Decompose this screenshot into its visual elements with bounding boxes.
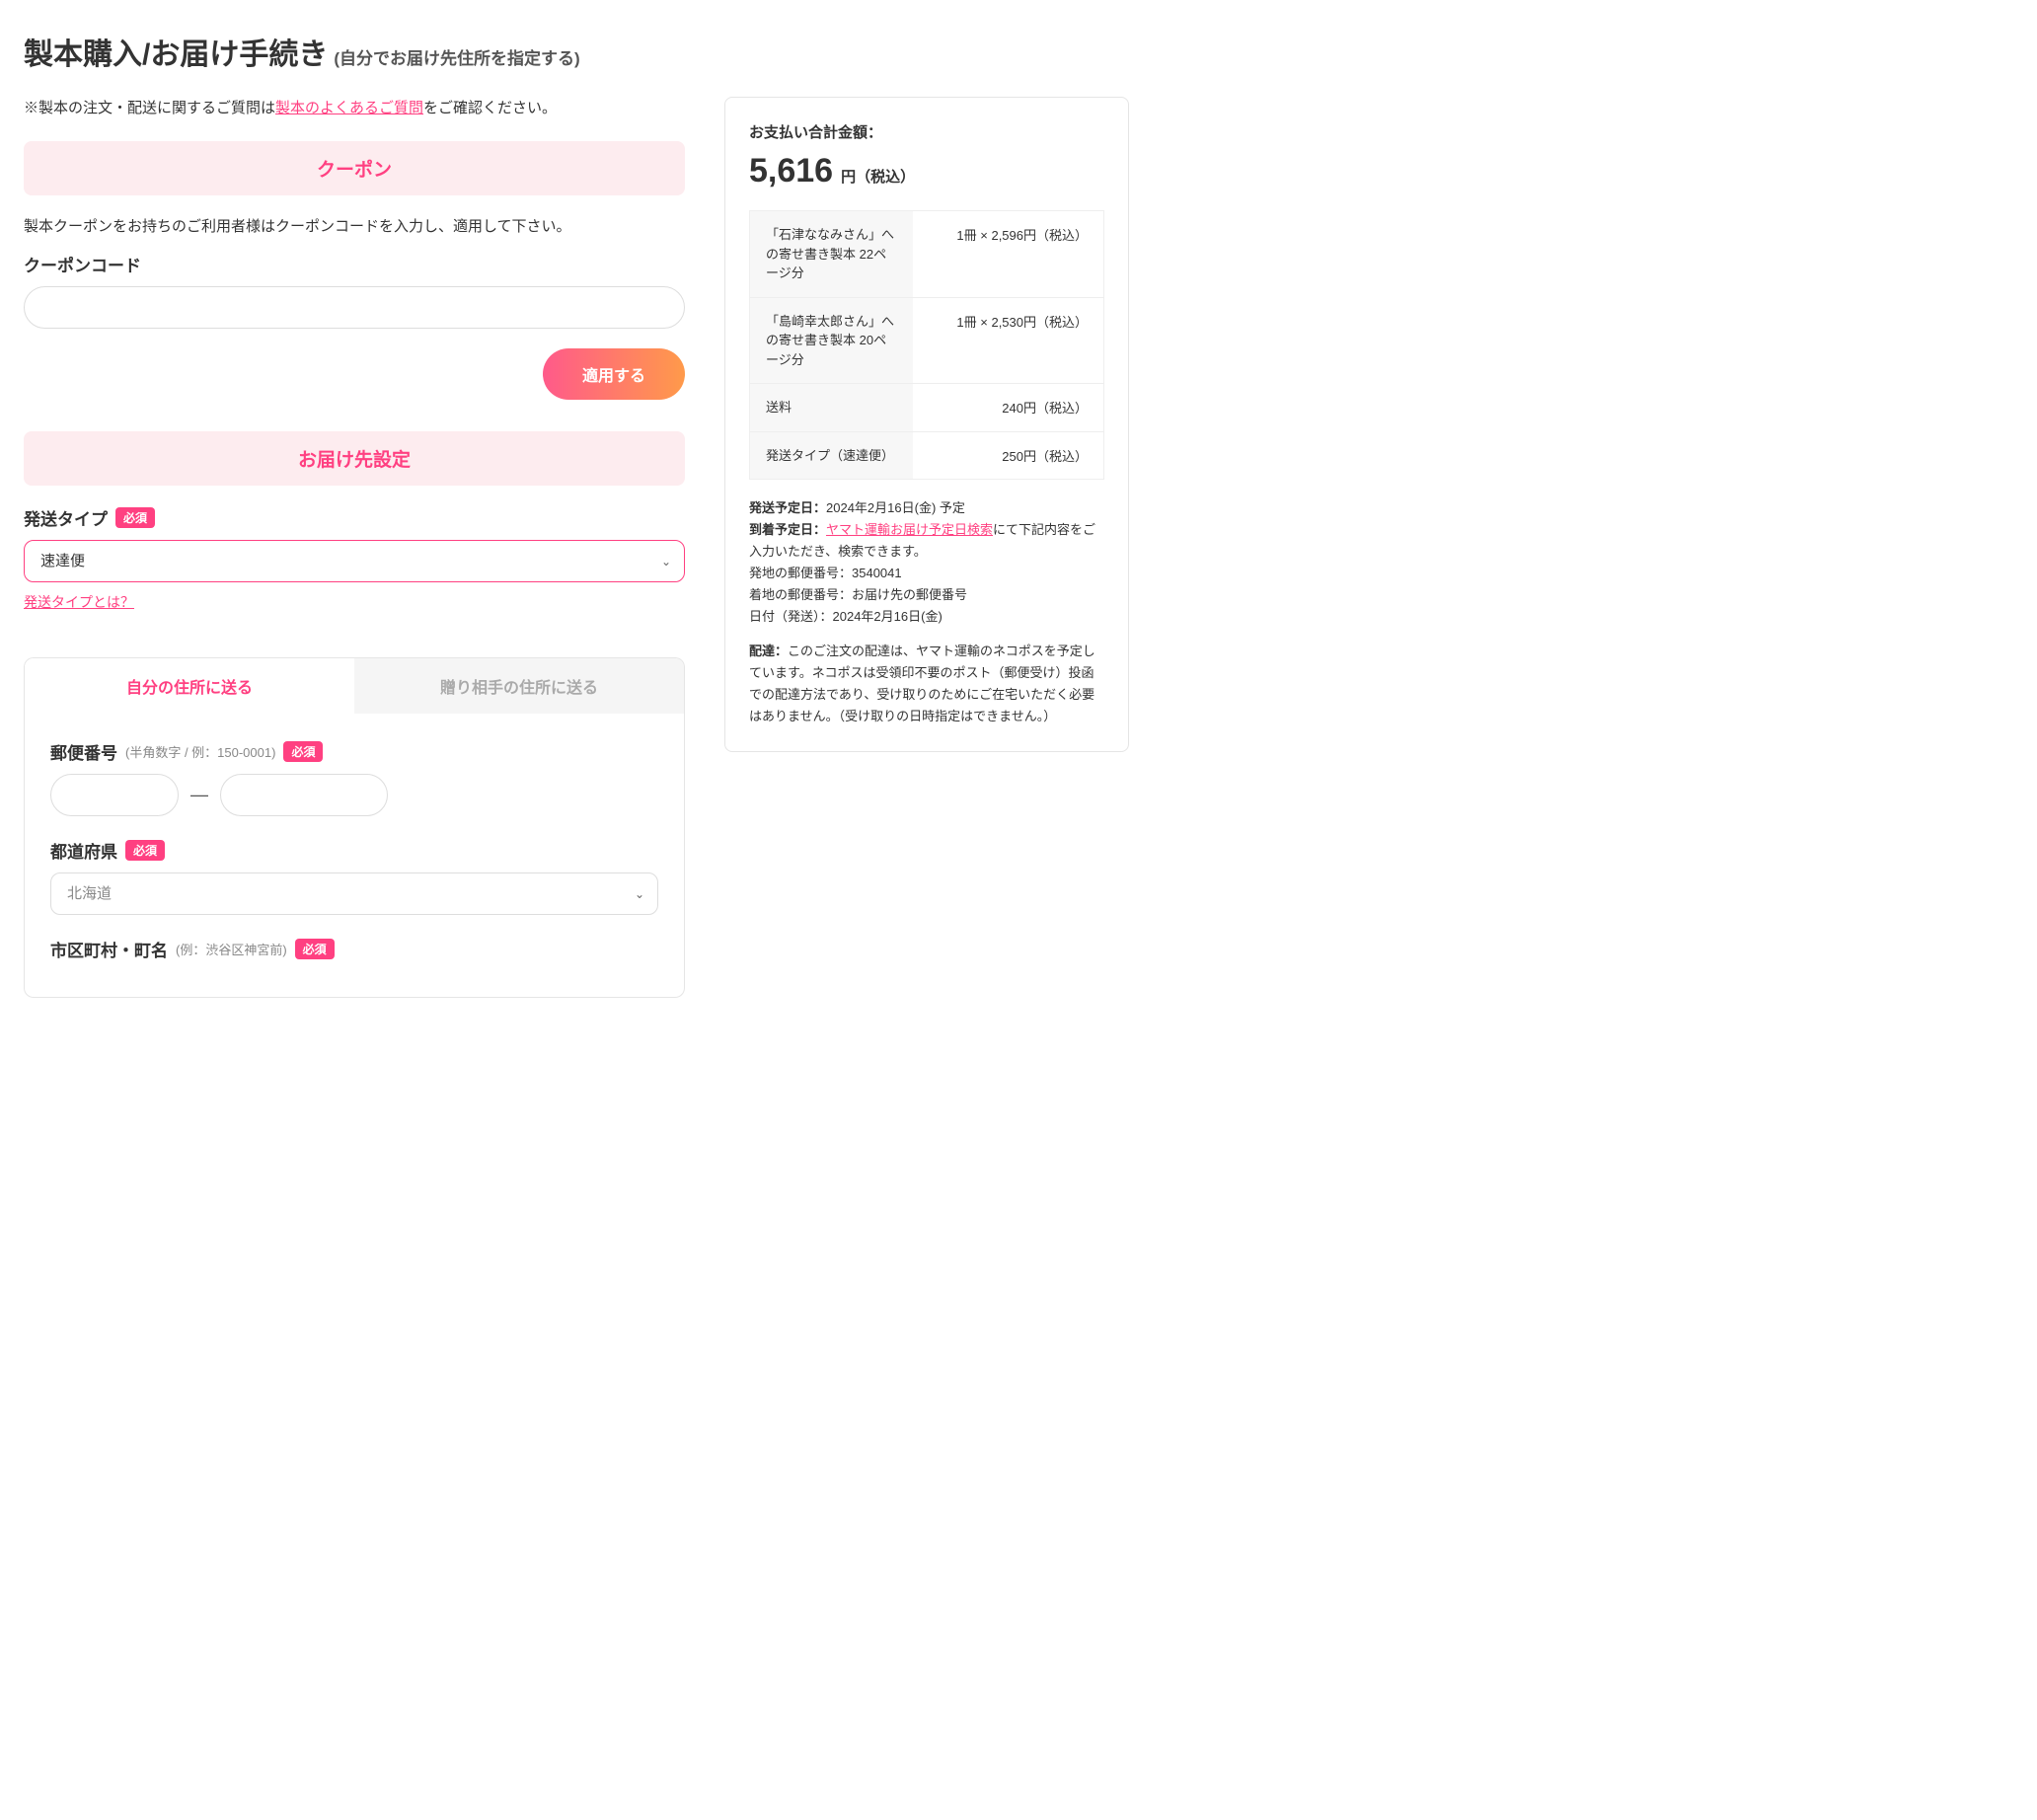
summary-title: お支払い合計金額： bbox=[749, 121, 1104, 142]
address-panel: 郵便番号 (半角数字 / 例：150-0001) 必須 — 都道府県 必須 bbox=[24, 714, 685, 998]
tab-self-address[interactable]: 自分の住所に送る bbox=[25, 658, 354, 714]
send-date: 日付（発送）：2024年2月16日(金) bbox=[749, 606, 1104, 628]
coupon-code-input[interactable] bbox=[24, 286, 685, 329]
line-item: 送料 240円（税込） bbox=[750, 384, 1103, 432]
apply-coupon-button[interactable]: 適用する bbox=[543, 348, 685, 400]
ship-date-label: 発送予定日： bbox=[749, 500, 826, 515]
arrive-date-label: 到着予定日： bbox=[749, 522, 826, 537]
line-item: 発送タイプ（速達便） 250円（税込） bbox=[750, 432, 1103, 480]
faq-note: ※製本の注文・配送に関するご質問は製本のよくあるご質問をご確認ください。 bbox=[24, 97, 685, 117]
prefecture-select[interactable]: 北海道 bbox=[50, 872, 658, 915]
city-hint: (例：渋谷区神宮前) bbox=[176, 940, 287, 958]
line-item-value: 1冊 × 2,596円（税込） bbox=[913, 211, 1103, 297]
summary-amount: 5,616 円（税込） bbox=[749, 152, 1104, 190]
line-item: 「島崎幸太郎さん」への寄せ書き製本 20ページ分 1冊 × 2,530円（税込） bbox=[750, 298, 1103, 385]
coupon-section-header: クーポン bbox=[24, 141, 685, 195]
postal-code-2-input[interactable] bbox=[220, 774, 388, 816]
line-item: 「石津ななみさん」への寄せ書き製本 22ページ分 1冊 × 2,596円（税込） bbox=[750, 211, 1103, 298]
line-items-table: 「石津ななみさん」への寄せ書き製本 22ページ分 1冊 × 2,596円（税込）… bbox=[749, 210, 1104, 480]
postal-label-text: 郵便番号 bbox=[50, 739, 117, 764]
summary-amount-unit: 円（税込） bbox=[841, 166, 915, 187]
postal-label: 郵便番号 (半角数字 / 例：150-0001) 必須 bbox=[50, 739, 658, 764]
tab-gift-address[interactable]: 贈り相手の住所に送る bbox=[354, 658, 684, 714]
required-badge: 必須 bbox=[295, 939, 335, 959]
faq-link[interactable]: 製本のよくあるご質問 bbox=[275, 100, 423, 116]
dest-postal: 着地の郵便番号：お届け先の郵便番号 bbox=[749, 584, 1104, 606]
coupon-code-label: クーポンコード bbox=[24, 252, 685, 276]
postal-code-1-input[interactable] bbox=[50, 774, 179, 816]
line-item-label: 発送タイプ（速達便） bbox=[750, 432, 913, 480]
ship-date-value: 2024年2月16日(金) 予定 bbox=[826, 500, 965, 515]
coupon-code-label-text: クーポンコード bbox=[24, 252, 141, 276]
page-subtitle: (自分でお届け先住所を指定する) bbox=[334, 44, 579, 69]
prefecture-label-text: 都道府県 bbox=[50, 838, 117, 863]
delivery-note-text: このご注文の配達は、ヤマト運輸のネコポスを予定しています。ネコポスは受領印不要の… bbox=[749, 644, 1095, 723]
delivery-section-header: お届け先設定 bbox=[24, 431, 685, 486]
city-label: 市区町村・町名 (例：渋谷区神宮前) 必須 bbox=[50, 937, 658, 961]
prefecture-label: 都道府県 必須 bbox=[50, 838, 658, 863]
city-label-text: 市区町村・町名 bbox=[50, 937, 168, 961]
line-item-value: 250円（税込） bbox=[913, 432, 1103, 480]
required-badge: 必須 bbox=[283, 741, 323, 762]
line-item-label: 「石津ななみさん」への寄せ書き製本 22ページ分 bbox=[750, 211, 913, 297]
shipping-info: 発送予定日：2024年2月16日(金) 予定 到着予定日：ヤマト運輸お届け予定日… bbox=[749, 497, 1104, 727]
line-item-label: 送料 bbox=[750, 384, 913, 431]
coupon-description: 製本クーポンをお持ちのご利用者様はクーポンコードを入力し、適用して下さい。 bbox=[24, 215, 685, 236]
required-badge: 必須 bbox=[125, 840, 165, 861]
page-title-main: 製本購入/お届け手続き bbox=[24, 30, 328, 73]
line-item-label: 「島崎幸太郎さん」への寄せ書き製本 20ページ分 bbox=[750, 298, 913, 384]
order-summary-box: お支払い合計金額： 5,616 円（税込） 「石津ななみさん」への寄せ書き製本 … bbox=[724, 97, 1129, 752]
required-badge: 必須 bbox=[115, 507, 155, 528]
shipping-type-label-text: 発送タイプ bbox=[24, 505, 108, 530]
shipping-type-help-link[interactable]: 発送タイプとは？ bbox=[24, 592, 134, 612]
line-item-value: 240円（税込） bbox=[913, 384, 1103, 431]
summary-amount-value: 5,616 bbox=[749, 152, 833, 190]
address-tabs: 自分の住所に送る 贈り相手の住所に送る bbox=[24, 657, 685, 714]
page-title: 製本購入/お届け手続き (自分でお届け先住所を指定する) bbox=[24, 30, 2013, 73]
origin-postal: 発地の郵便番号：3540041 bbox=[749, 563, 1104, 584]
faq-note-suffix: をご確認ください。 bbox=[423, 100, 557, 116]
yamato-search-link[interactable]: ヤマト運輸お届け予定日検索 bbox=[826, 522, 993, 537]
postal-dash: — bbox=[190, 785, 208, 805]
line-item-value: 1冊 × 2,530円（税込） bbox=[913, 298, 1103, 384]
postal-hint: (半角数字 / 例：150-0001) bbox=[125, 742, 275, 761]
faq-note-prefix: ※製本の注文・配送に関するご質問は bbox=[24, 100, 275, 116]
delivery-note-label: 配達： bbox=[749, 644, 788, 658]
shipping-type-select[interactable]: 速達便 bbox=[24, 540, 685, 582]
shipping-type-label: 発送タイプ 必須 bbox=[24, 505, 685, 530]
